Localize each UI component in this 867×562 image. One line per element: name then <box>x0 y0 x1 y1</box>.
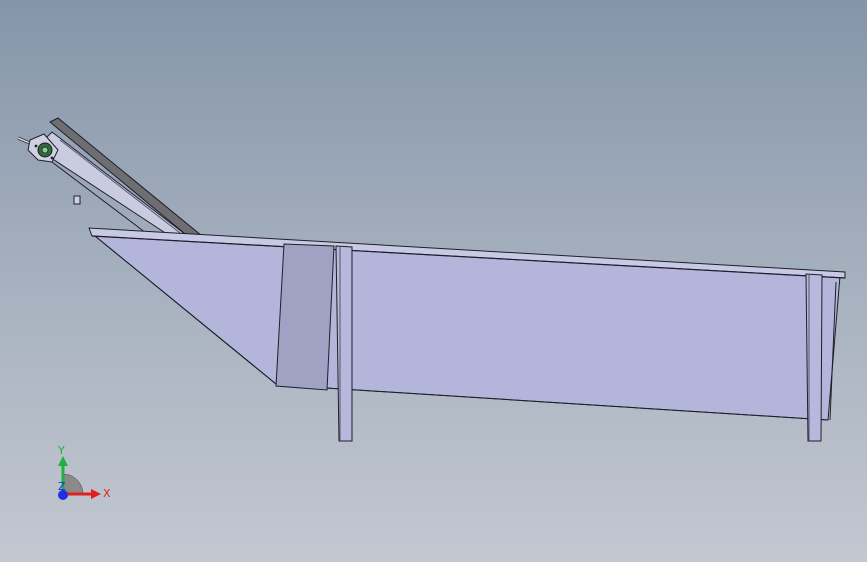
orientation-triad[interactable]: Y X Z <box>45 438 125 518</box>
model-view[interactable] <box>0 0 867 562</box>
3d-viewport[interactable]: Y X Z <box>0 0 867 562</box>
x-axis-label: X <box>103 487 111 500</box>
inclined-conveyor[interactable] <box>17 117 204 241</box>
tank-inner-panel[interactable] <box>275 243 335 391</box>
tank-body[interactable] <box>88 227 846 421</box>
y-axis-label: Y <box>57 444 65 457</box>
support-leg-right[interactable] <box>805 273 823 442</box>
conveyor-tab <box>73 195 81 205</box>
support-leg-left[interactable] <box>335 245 353 442</box>
conveyor-frame[interactable] <box>35 131 192 241</box>
z-axis-label: Z <box>58 480 66 493</box>
